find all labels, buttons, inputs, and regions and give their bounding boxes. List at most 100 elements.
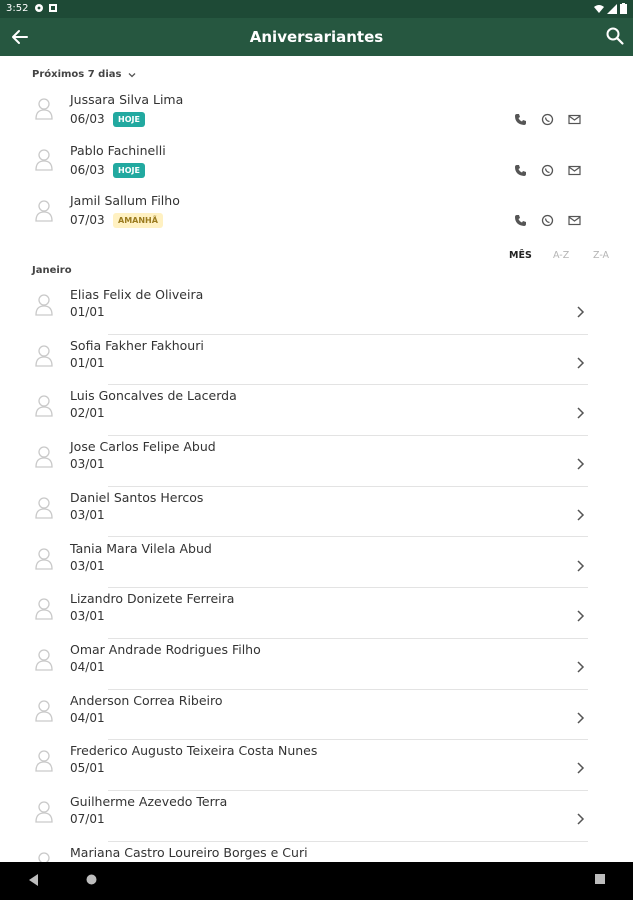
today-badge: HOJE: [113, 112, 145, 127]
avatar-placeholder-icon: [35, 649, 53, 671]
list-item[interactable]: Guilherme Azevedo Terra 07/01: [0, 791, 633, 842]
nav-back-icon[interactable]: [29, 874, 39, 886]
sort-tab-month[interactable]: MÊS: [509, 250, 532, 261]
whatsapp-icon[interactable]: [541, 214, 554, 227]
chevron-right-icon: [577, 407, 585, 419]
list-item[interactable]: Lizandro Donizete Ferreira 03/01: [0, 588, 633, 639]
avatar-placeholder-icon: [35, 395, 53, 418]
sort-tab-a-z[interactable]: A-Z: [553, 250, 569, 261]
contact-name: Anderson Correa Ribeiro: [70, 692, 223, 708]
status-time: 3:52: [6, 3, 29, 14]
chevron-right-icon: [577, 509, 585, 521]
upcoming-section-label: Próximos 7 dias: [32, 69, 122, 80]
contact-name: Elias Felix de Oliveira: [70, 287, 204, 302]
month-section-label: Janeiro: [32, 265, 72, 276]
birthday-date: 03/01: [70, 507, 105, 522]
birthday-date: 05/01: [70, 761, 105, 776]
avatar-placeholder-icon: [35, 149, 53, 171]
birthday-date: 01/01: [70, 305, 105, 319]
upcoming-row[interactable]: Jussara Silva Lima 06/03 HOJE: [0, 88, 633, 138]
email-icon[interactable]: [568, 164, 581, 177]
list-item[interactable]: Daniel Santos Hercos 03/01: [0, 487, 633, 538]
chevron-right-icon: [577, 712, 585, 724]
birthday-date: 03/01: [70, 457, 105, 472]
app-bar: Aniversariantes: [0, 18, 633, 56]
phone-icon[interactable]: [514, 113, 527, 126]
birthday-date: 03/01: [70, 609, 105, 624]
birthday-date: 06/03: [70, 112, 105, 126]
list-item[interactable]: Tania Mara Vilela Abud 03/01: [0, 538, 633, 589]
contact-name: Pablo Fachinelli: [70, 143, 166, 158]
contact-name: Mariana Castro Loureiro Borges e Curi: [70, 844, 308, 860]
upcoming-section-toggle[interactable]: Próximos 7 dias: [32, 69, 137, 80]
avatar-placeholder-icon: [35, 598, 53, 620]
contact-name: Luis Goncalves de Lacerda: [70, 388, 237, 404]
avatar-placeholder-icon: [35, 801, 53, 823]
nav-home-icon[interactable]: [86, 874, 97, 885]
contact-name: Daniel Santos Hercos: [70, 489, 204, 505]
upcoming-row[interactable]: Pablo Fachinelli 06/03 HOJE: [0, 139, 633, 189]
avatar-placeholder-icon: [35, 547, 53, 570]
birthday-date: 07/01: [70, 812, 105, 826]
birthday-date: 04/01: [70, 659, 105, 674]
chevron-right-icon: [577, 458, 585, 470]
list-item[interactable]: Luis Goncalves de Lacerda 02/01: [0, 385, 633, 437]
chevron-right-icon: [577, 661, 585, 673]
avatar-placeholder-icon: [35, 446, 53, 468]
phone-icon[interactable]: [514, 214, 527, 227]
chevron-right-icon: [577, 813, 585, 825]
contact-name: Jamil Sallum Filho: [70, 193, 180, 208]
sort-tab-z-a[interactable]: Z-A: [593, 250, 609, 261]
avatar-placeholder-icon: [35, 699, 53, 722]
wifi-icon: [594, 4, 604, 13]
chevron-right-icon: [577, 559, 585, 572]
birthday-date: 04/01: [70, 710, 105, 725]
birthday-date: 01/01: [70, 355, 105, 370]
contact-name: Tania Mara Vilela Abud: [70, 540, 212, 556]
battery-icon: [620, 3, 627, 14]
chevron-right-icon: [577, 762, 585, 774]
contact-name: Frederico Augusto Teixeira Costa Nunes: [70, 743, 318, 759]
avatar-placeholder-icon: [35, 345, 53, 367]
avatar-placeholder-icon: [35, 750, 53, 772]
chevron-right-icon: [577, 357, 585, 369]
system-nav-bar: [0, 862, 633, 900]
page-title: Aniversariantes: [249, 28, 384, 46]
search-icon[interactable]: [605, 26, 625, 46]
list-item[interactable]: Elias Felix de Oliveira 01/01: [0, 284, 633, 335]
phone-icon[interactable]: [514, 164, 527, 177]
nav-recents-icon[interactable]: [595, 874, 605, 884]
upcoming-row[interactable]: Jamil Sallum Filho 07/03 AMANHÃ: [0, 190, 633, 240]
avatar-placeholder-icon: [35, 98, 53, 120]
whatsapp-icon[interactable]: [541, 164, 554, 177]
whatsapp-icon[interactable]: [541, 113, 554, 126]
list-item[interactable]: Jose Carlos Felipe Abud 03/01: [0, 436, 633, 487]
chevron-right-icon: [577, 610, 585, 622]
chevron-right-icon: [577, 306, 585, 318]
email-icon[interactable]: [568, 113, 581, 126]
image-notification-icon: [49, 4, 57, 12]
list-item[interactable]: Omar Andrade Rodrigues Filho 04/01: [0, 639, 633, 690]
contact-name: Lizandro Donizete Ferreira: [70, 591, 235, 607]
birthday-date: 03/01: [70, 558, 105, 573]
contact-name: Jussara Silva Lima: [70, 92, 184, 107]
signal-icon: [607, 3, 617, 14]
email-icon[interactable]: [568, 214, 581, 227]
today-badge: HOJE: [113, 163, 145, 178]
avatar-placeholder-icon: [35, 200, 53, 222]
status-bar: 3:52: [0, 0, 633, 18]
birthday-date: 07/03: [70, 213, 105, 227]
contact-name: Sofia Fakher Fakhouri: [70, 337, 204, 353]
contact-name: Guilherme Azevedo Terra: [70, 794, 228, 809]
chevron-down-icon: [129, 72, 136, 77]
list-item[interactable]: Sofia Fakher Fakhouri 01/01: [0, 335, 633, 386]
chat-notification-icon: [35, 4, 43, 12]
birthday-date: 06/03: [70, 163, 105, 177]
contact-name: Jose Carlos Felipe Abud: [70, 439, 216, 455]
list-item[interactable]: Frederico Augusto Teixeira Costa Nunes 05…: [0, 740, 633, 791]
birthday-date: 02/01: [70, 406, 105, 421]
contact-name: Omar Andrade Rodrigues Filho: [70, 641, 261, 657]
list-item[interactable]: Anderson Correa Ribeiro 04/01: [0, 690, 633, 741]
tomorrow-badge: AMANHÃ: [113, 213, 163, 228]
avatar-placeholder-icon: [35, 294, 53, 316]
